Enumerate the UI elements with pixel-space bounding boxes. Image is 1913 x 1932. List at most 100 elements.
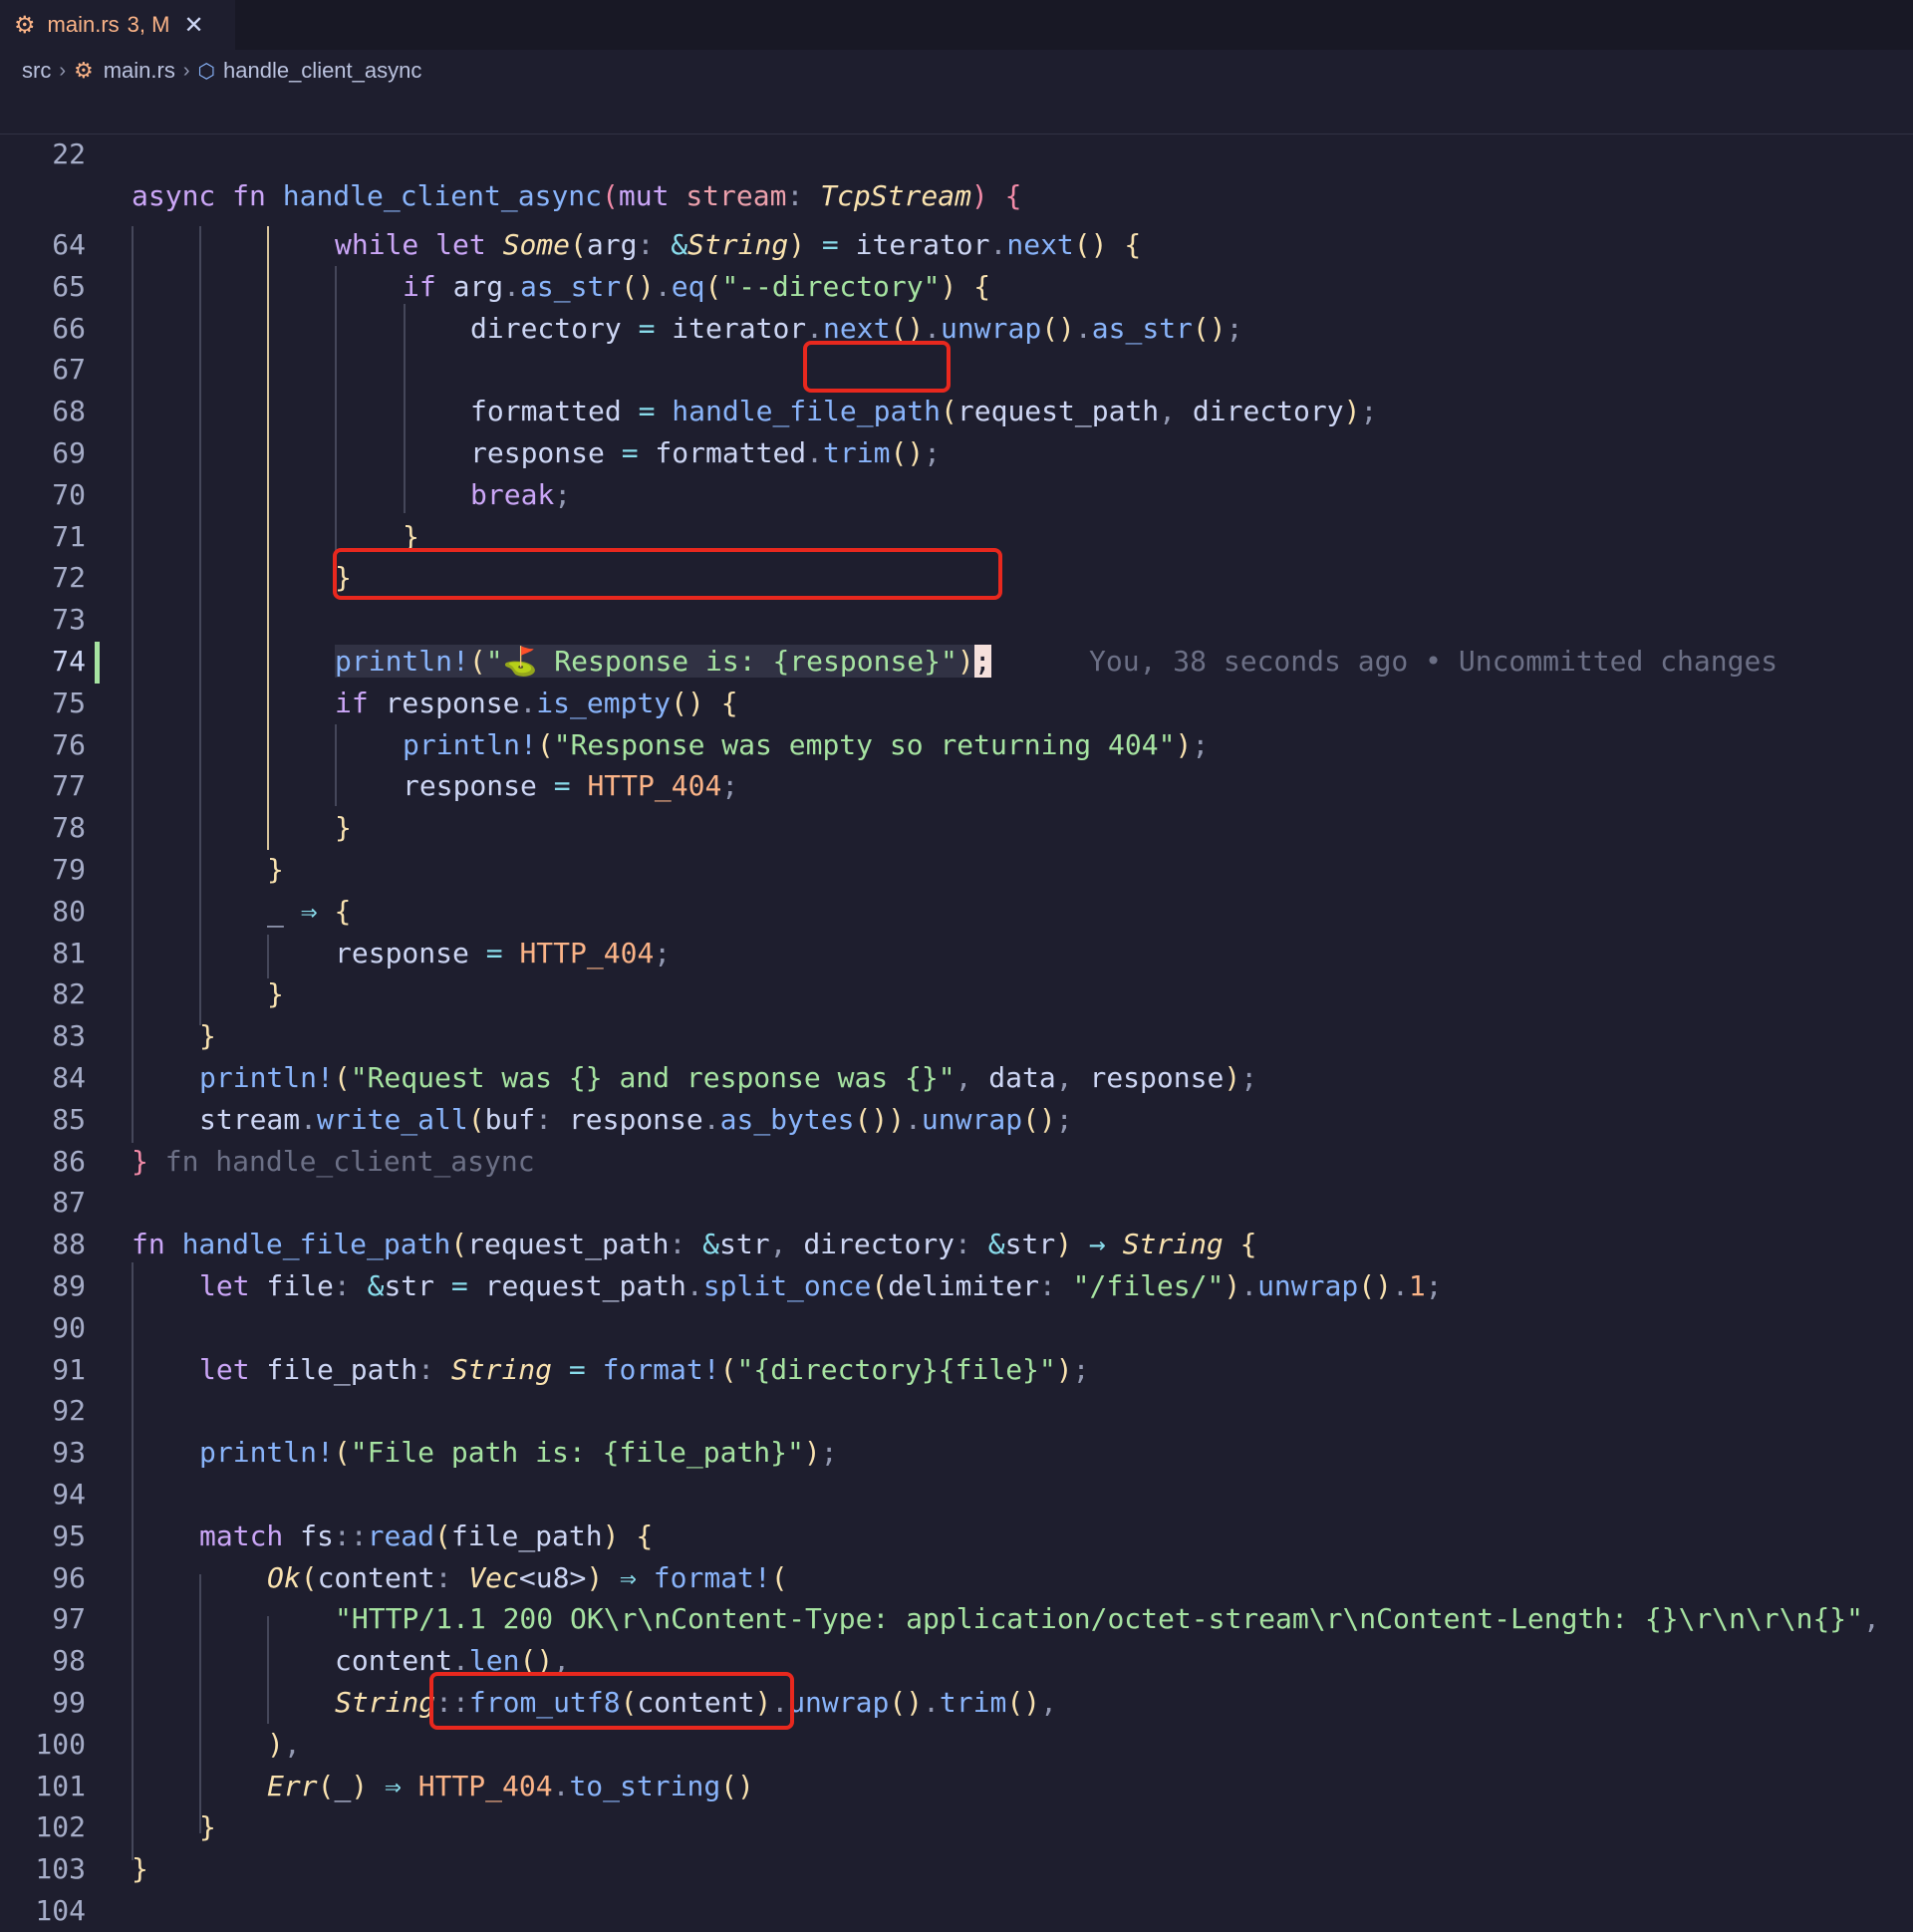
- code-text: match fs::read(file_path) {: [199, 1518, 654, 1552]
- code-line[interactable]: 89 let file: &str = request_path.split_on…: [0, 1265, 1913, 1307]
- code-line[interactable]: 90: [0, 1307, 1913, 1349]
- line-number: 86: [52, 1144, 86, 1178]
- code-line[interactable]: 87: [0, 1182, 1913, 1224]
- rust-icon: ⚙: [74, 58, 94, 83]
- line-number: 70: [52, 477, 86, 511]
- code-line[interactable]: 75 if response.is_empty() {: [0, 683, 1913, 724]
- line-number: 101: [35, 1769, 86, 1802]
- code-line[interactable]: 69 response = formatted.trim();: [0, 432, 1913, 474]
- line-number: 97: [52, 1602, 86, 1636]
- code-text: ),: [267, 1727, 301, 1761]
- breadcrumb-folder[interactable]: src: [22, 58, 51, 84]
- code-line[interactable]: 86 } fn handle_client_async: [0, 1141, 1913, 1183]
- code-line[interactable]: 77 response = HTTP_404;: [0, 765, 1913, 807]
- code-line[interactable]: 88 fn handle_file_path(request_path: &str…: [0, 1224, 1913, 1265]
- line-number: 82: [52, 977, 86, 1011]
- code-text: println!("Response was empty so returnin…: [403, 727, 1210, 761]
- indent-guide: [267, 935, 269, 978]
- code-line[interactable]: 74 println!("⛳ Response is: {response}");…: [0, 641, 1913, 683]
- code-line[interactable]: 65 if arg.as_str().eq("--directory") {: [0, 266, 1913, 308]
- line-number: 64: [52, 228, 86, 261]
- code-text: _ ⇒ {: [267, 894, 352, 928]
- indent-guide: [199, 1574, 201, 1833]
- code-text: Ok(content: Vec<u8>) ⇒ format!(: [267, 1560, 788, 1594]
- line-number: 98: [52, 1644, 86, 1678]
- code-line[interactable]: 94: [0, 1474, 1913, 1516]
- line-number: 96: [52, 1560, 86, 1594]
- breadcrumb-symbol[interactable]: handle_client_async: [223, 58, 421, 84]
- line-number: 76: [52, 727, 86, 761]
- code-line[interactable]: 67: [0, 349, 1913, 391]
- code-text: if arg.as_str().eq("--directory") {: [403, 269, 991, 303]
- line-number: 79: [52, 853, 86, 886]
- code-text: fn handle_file_path(request_path: &str, …: [132, 1228, 1257, 1261]
- git-blame-annotation: You, 38 seconds ago • Uncommitted change…: [1089, 645, 1778, 678]
- code-text: }: [267, 977, 284, 1011]
- code-line[interactable]: 80 _ ⇒ {: [0, 891, 1913, 933]
- close-icon[interactable]: ✕: [183, 11, 203, 40]
- symbol-cube-icon: ⬡: [197, 60, 215, 83]
- line-number: 84: [52, 1061, 86, 1094]
- line-number: 77: [52, 769, 86, 803]
- code-line[interactable]: 64 while let Some(arg: &String) = iterato…: [0, 224, 1913, 266]
- tab-main-rs[interactable]: ⚙ main.rs 3, M ✕: [0, 0, 235, 50]
- code-text: println!("File path is: {file_path}");: [199, 1436, 838, 1470]
- code-line[interactable]: 101 Err(_) ⇒ HTTP_404.to_string(): [0, 1766, 1913, 1807]
- git-added-marker: [95, 642, 100, 684]
- code-line[interactable]: 103}: [0, 1848, 1913, 1890]
- code-line[interactable]: 95 match fs::read(file_path) {: [0, 1516, 1913, 1557]
- code-line[interactable]: 99 String::from_utf8(content).unwrap().tr…: [0, 1682, 1913, 1724]
- code-text: println!("⛳ Response is: {response}");: [335, 645, 991, 678]
- tab-filename: main.rs: [47, 12, 120, 37]
- code-line[interactable]: 68 formatted = handle_file_path(request_p…: [0, 391, 1913, 432]
- code-line[interactable]: 70 break;: [0, 474, 1913, 516]
- code-line[interactable]: 78}: [0, 807, 1913, 849]
- code-line[interactable]: 81 response = HTTP_404;: [0, 933, 1913, 974]
- line-number: 103: [35, 1852, 86, 1886]
- code-text: formatted = handle_file_path(request_pat…: [470, 395, 1378, 428]
- line-number: 68: [52, 395, 86, 428]
- code-text: }: [132, 1852, 148, 1886]
- sticky-scroll-line[interactable]: 22 async fn handle_client_async(mut stre…: [0, 92, 1913, 212]
- code-text: }: [267, 853, 284, 886]
- code-line[interactable]: 102}: [0, 1806, 1913, 1848]
- code-line[interactable]: 83}: [0, 1015, 1913, 1057]
- code-line[interactable]: 93 println!("File path is: {file_path}");: [0, 1432, 1913, 1474]
- code-line[interactable]: 66 directory = iterator.next().unwrap().a…: [0, 308, 1913, 350]
- line-number: 99: [52, 1686, 86, 1719]
- line-number: 91: [52, 1352, 86, 1386]
- code-line[interactable]: 73: [0, 599, 1913, 641]
- code-text: let file: &str = request_path.split_once…: [199, 1269, 1443, 1302]
- line-number: 85: [52, 1102, 86, 1136]
- line-number: 22: [52, 138, 86, 170]
- code-line[interactable]: 82}: [0, 973, 1913, 1015]
- code-text: let file_path: String = format!("{direct…: [199, 1352, 1090, 1386]
- line-number: 67: [52, 353, 86, 387]
- indent-guide: [335, 266, 337, 555]
- indent-guide: [132, 226, 134, 1143]
- line-number: 80: [52, 894, 86, 928]
- chevron-right-icon: ›: [59, 59, 66, 82]
- code-line[interactable]: 91 let file_path: String = format!("{dire…: [0, 1349, 1913, 1391]
- line-number: 71: [52, 519, 86, 553]
- code-line[interactable]: 97 "HTTP/1.1 200 OK\r\nContent-Type: appl…: [0, 1598, 1913, 1640]
- line-number: 78: [52, 811, 86, 845]
- code-line[interactable]: 79}: [0, 849, 1913, 891]
- code-line[interactable]: 85 stream.write_all(buf: response.as_byte…: [0, 1099, 1913, 1141]
- line-number: 92: [52, 1394, 86, 1428]
- code-text: } fn handle_client_async: [132, 1144, 535, 1178]
- code-text: while let Some(arg: &String) = iterator.…: [335, 228, 1142, 261]
- code-line[interactable]: 100),: [0, 1724, 1913, 1766]
- line-number: 94: [52, 1478, 86, 1511]
- code-line[interactable]: 104: [0, 1890, 1913, 1932]
- code-line[interactable]: 84 println!("Request was {} and response …: [0, 1057, 1913, 1099]
- code-line[interactable]: 98 content.len(),: [0, 1640, 1913, 1682]
- code-text: if response.is_empty() {: [335, 686, 738, 719]
- breadcrumb-file[interactable]: main.rs: [104, 58, 175, 84]
- code-line[interactable]: 76 println!("Response was empty so return…: [0, 724, 1913, 766]
- highlight-box-http404-to-string: [429, 1672, 794, 1730]
- breadcrumb: src › ⚙ main.rs › ⬡ handle_client_async: [0, 50, 1913, 92]
- code-line[interactable]: 96 Ok(content: Vec<u8>) ⇒ format!(: [0, 1557, 1913, 1599]
- code-text: }: [199, 1019, 216, 1053]
- code-line[interactable]: 92: [0, 1390, 1913, 1432]
